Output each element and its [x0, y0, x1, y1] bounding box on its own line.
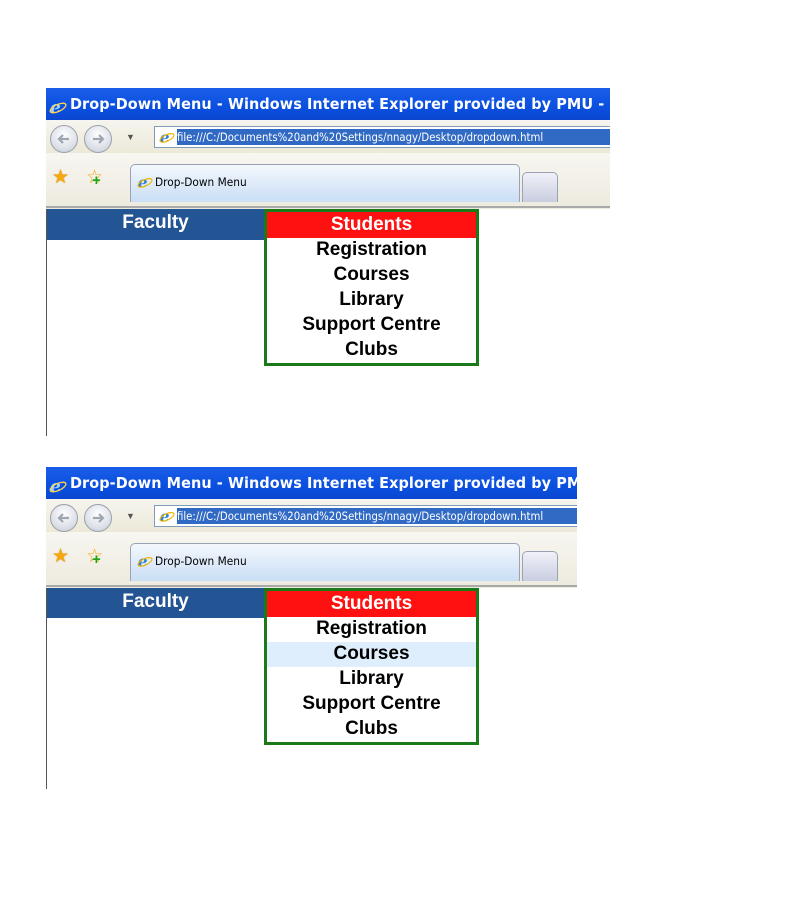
favorites-star-icon[interactable]: ★ [52, 168, 69, 187]
title-bar: e Drop-Down Menu - Windows Internet Expl… [46, 467, 577, 499]
address-bar[interactable]: e file:///C:/Documents%20and%20Settings/… [154, 505, 577, 527]
internet-explorer-icon: e [137, 552, 153, 574]
favorites-star-icon[interactable]: ★ [52, 547, 69, 566]
browser-window-1: e Drop-Down Menu - Windows Internet Expl… [46, 88, 610, 436]
add-favorites-icon[interactable]: ☆ + [86, 547, 103, 568]
menu-item-library[interactable]: Library [267, 288, 476, 313]
svg-text:e: e [50, 477, 61, 495]
tab-drop-down-menu[interactable]: e Drop-Down Menu [130, 164, 520, 202]
address-url[interactable]: file:///C:/Documents%20and%20Settings/nn… [177, 508, 577, 524]
navigation-bar: ▼ e file:///C:/Documents%20and%20Setting… [46, 120, 610, 153]
window-title: Drop-Down Menu - Windows Internet Explor… [70, 474, 577, 492]
menu-item-library[interactable]: Library [267, 667, 476, 692]
tab-bar: ★ ☆ + e Drop-Down Menu [46, 532, 577, 588]
tab-label: Drop-Down Menu [155, 554, 247, 568]
add-favorites-icon[interactable]: ☆ + [86, 168, 103, 189]
title-bar: e Drop-Down Menu - Windows Internet Expl… [46, 88, 610, 120]
menu-item-courses[interactable]: Courses [267, 263, 476, 288]
svg-text:e: e [138, 174, 148, 190]
forward-button[interactable] [84, 504, 112, 532]
navigation-bar: ▼ e file:///C:/Documents%20and%20Setting… [46, 499, 577, 532]
menu-item-clubs[interactable]: Clubs [267, 338, 476, 363]
divider [46, 206, 610, 208]
internet-explorer-icon: e [137, 173, 153, 195]
browser-window-2: e Drop-Down Menu - Windows Internet Expl… [46, 467, 577, 789]
svg-text:e: e [50, 98, 61, 116]
forward-arrow-icon [93, 513, 105, 523]
page-content: Faculty Students Registration Courses Li… [46, 588, 577, 789]
svg-text:e: e [138, 553, 148, 569]
recent-pages-dropdown[interactable]: ▼ [126, 511, 135, 521]
nav-item-faculty[interactable]: Faculty [47, 588, 264, 618]
new-tab-button[interactable] [522, 172, 558, 202]
students-dropdown-menu: Students Registration Courses Library Su… [264, 209, 479, 366]
nav-item-students[interactable]: Students [267, 591, 476, 617]
menu-item-registration[interactable]: Registration [267, 617, 476, 642]
menu-item-clubs[interactable]: Clubs [267, 717, 476, 742]
internet-explorer-icon: e [159, 128, 175, 150]
students-dropdown-menu: Students Registration Courses Library Su… [264, 588, 479, 745]
nav-item-faculty[interactable]: Faculty [47, 209, 264, 240]
address-bar[interactable]: e file:///C:/Documents%20and%20Settings/… [154, 126, 610, 148]
address-url[interactable]: file:///C:/Documents%20and%20Settings/nn… [177, 129, 610, 145]
recent-pages-dropdown[interactable]: ▼ [126, 132, 135, 142]
tab-bar: ★ ☆ + e Drop-Down Menu [46, 153, 610, 209]
forward-arrow-icon [93, 134, 105, 144]
back-button[interactable] [50, 125, 78, 153]
new-tab-button[interactable] [522, 551, 558, 581]
internet-explorer-icon: e [159, 507, 175, 529]
page-content: Faculty Students Registration Courses Li… [46, 209, 610, 436]
menu-item-support-centre[interactable]: Support Centre [267, 692, 476, 717]
divider [46, 585, 577, 587]
svg-text:e: e [160, 129, 170, 145]
window-title: Drop-Down Menu - Windows Internet Explor… [70, 95, 610, 113]
back-arrow-icon [57, 134, 69, 144]
menu-item-registration[interactable]: Registration [267, 238, 476, 263]
nav-item-students[interactable]: Students [267, 212, 476, 238]
menu-item-support-centre[interactable]: Support Centre [267, 313, 476, 338]
tab-label: Drop-Down Menu [155, 175, 247, 189]
menu-item-courses-hovered[interactable]: Courses [267, 642, 476, 667]
back-button[interactable] [50, 504, 78, 532]
back-arrow-icon [57, 513, 69, 523]
svg-text:e: e [160, 508, 170, 524]
tab-drop-down-menu[interactable]: e Drop-Down Menu [130, 543, 520, 581]
forward-button[interactable] [84, 125, 112, 153]
